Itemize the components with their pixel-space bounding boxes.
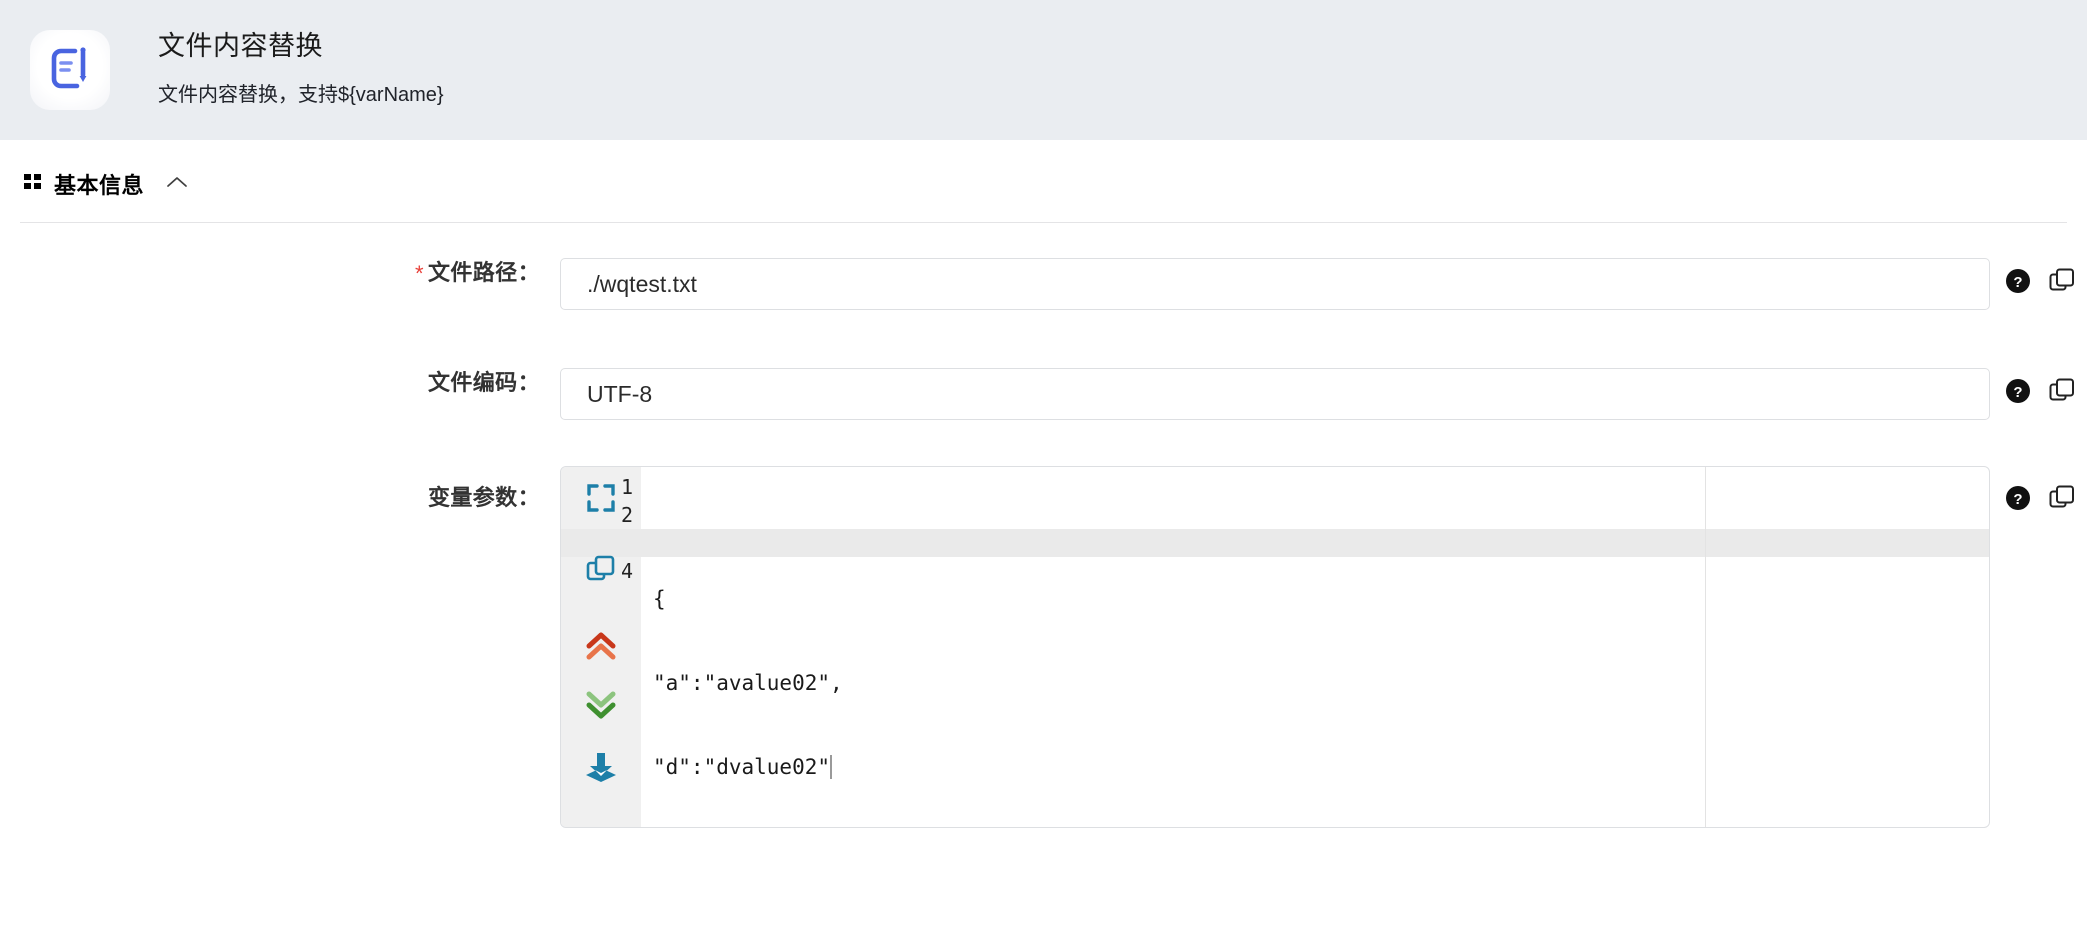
chevron-double-down-icon[interactable] [584,690,618,725]
help-circle-icon[interactable]: ? [2005,268,2031,299]
section-title: 基本信息 [54,168,144,200]
svg-text:?: ? [2013,384,2022,401]
section-divider [20,222,2067,223]
variable-params-code-editor[interactable]: 1 2 3 4 [560,466,1990,828]
svg-text:?: ? [2013,274,2022,291]
grid-icon [24,173,42,196]
text-cursor [830,755,832,779]
help-circle-icon[interactable]: ? [2005,485,2031,516]
app-icon-container [30,30,110,110]
file-path-label: *文件路径： [170,258,540,289]
copy-icon[interactable] [2049,485,2075,516]
editor-toolbar [569,475,633,790]
code-line: { [653,585,1989,613]
required-asterisk: * [415,261,424,286]
chevron-up-icon[interactable] [166,175,188,194]
file-path-input[interactable] [560,258,1990,310]
save-download-icon[interactable] [583,751,619,790]
chevron-double-up-icon[interactable] [584,631,618,666]
svg-text:?: ? [2013,491,2022,508]
code-line-text: "d":"dvalue02" [653,755,830,779]
copy-icon[interactable] [2049,268,2075,299]
variable-params-row-icons: ? [2005,485,2075,516]
header-text-block: 文件内容替换 文件内容替换，支持${varName} [158,28,444,110]
help-circle-icon[interactable]: ? [2005,378,2031,409]
file-path-label-text: 文件路径： [428,260,540,285]
document-edit-icon [45,43,95,98]
copy-icon[interactable] [2049,378,2075,409]
expand-fullscreen-icon[interactable] [586,483,616,518]
page-subtitle: 文件内容替换，支持${varName} [158,80,444,110]
variable-params-label: 变量参数： [170,483,540,513]
file-encoding-row-icons: ? [2005,378,2075,409]
file-encoding-label: 文件编码： [170,368,540,398]
file-encoding-input[interactable] [560,368,1990,420]
editor-code-area[interactable]: { "a":"avalue02", "d":"dvalue02" } [641,473,1989,827]
page-title: 文件内容替换 [158,28,444,64]
code-line: "a":"avalue02", [653,669,1989,697]
copy-icon[interactable] [586,554,616,589]
file-path-row-icons: ? [2005,268,2075,299]
code-line-active: "d":"dvalue02" [653,753,1989,781]
page-header: 文件内容替换 文件内容替换，支持${varName} [0,0,2087,140]
section-header-basic-info[interactable]: 基本信息 [24,168,188,200]
